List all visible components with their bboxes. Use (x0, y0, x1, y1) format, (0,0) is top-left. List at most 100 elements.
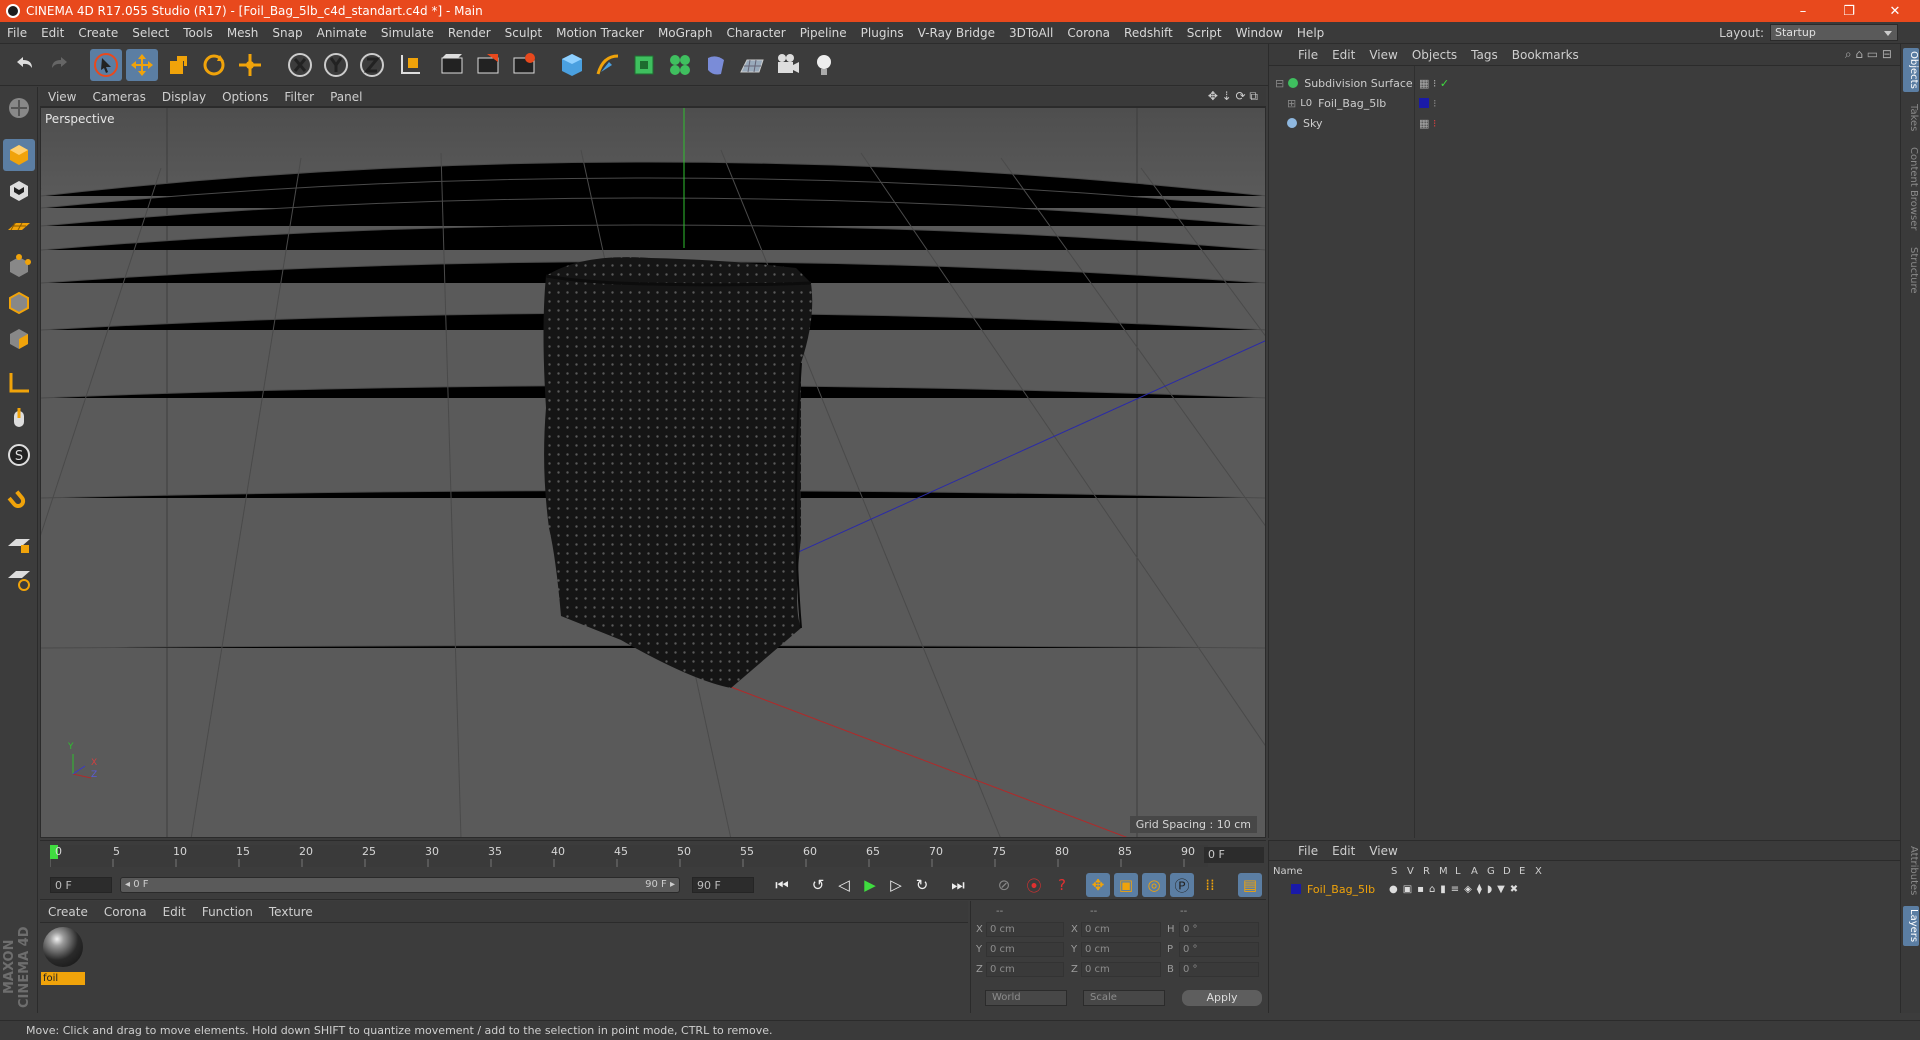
object-name[interactable]: Sky (1303, 117, 1322, 130)
objects-menu-tags[interactable]: Tags (1464, 48, 1505, 62)
subdivision-surface-icon[interactable] (628, 49, 660, 81)
object-flags[interactable]: ▦ ⁝ (1419, 117, 1436, 130)
material-menu-texture[interactable]: Texture (261, 905, 321, 919)
cube-primitive-icon[interactable] (556, 49, 588, 81)
expand-icon[interactable]: ⊟ (1275, 77, 1284, 90)
position-y-field[interactable]: 0 cm (986, 942, 1064, 957)
viewport-menu-cameras[interactable]: Cameras (84, 90, 153, 104)
minimize-button[interactable]: – (1780, 0, 1826, 22)
menu-motion-tracker[interactable]: Motion Tracker (549, 26, 651, 40)
cloner-icon[interactable] (664, 49, 696, 81)
timeline-ruler[interactable]: 0 5 10 15 20 25 30 35 40 45 50 55 60 65 … (40, 840, 1266, 868)
menu-corona[interactable]: Corona (1060, 26, 1117, 40)
size-z-field[interactable]: 0 cm (1081, 962, 1161, 977)
key-scale-icon[interactable]: ▣ (1114, 873, 1138, 897)
size-x-field[interactable]: 0 cm (1081, 922, 1161, 937)
position-x-field[interactable]: 0 cm (986, 922, 1064, 937)
scale-tool-icon[interactable] (162, 49, 194, 81)
viewport-menu-panel[interactable]: Panel (322, 90, 370, 104)
perspective-viewport[interactable]: Y X Z Perspective Grid Spacing : 10 cm (40, 107, 1266, 838)
rotation-p-field[interactable]: 0 ° (1179, 942, 1259, 957)
tab-layers[interactable]: Layers (1903, 906, 1919, 946)
go-to-end-icon[interactable]: ⏭ (946, 873, 970, 897)
polygons-mode-icon[interactable] (3, 323, 35, 355)
object-row[interactable]: ⊞ L0 Foil_Bag_5lb ⁝ (1269, 93, 1901, 113)
key-rotation-icon[interactable]: ◎ (1142, 873, 1166, 897)
object-name[interactable]: Foil_Bag_5lb (1318, 97, 1386, 110)
layer-tag[interactable]: ⁝ (1419, 97, 1437, 110)
key-pla-icon[interactable]: ⁞⁞ (1198, 873, 1222, 897)
layer-menu-view[interactable]: View (1362, 844, 1404, 858)
menu-snap[interactable]: Snap (265, 26, 309, 40)
menu-plugins[interactable]: Plugins (854, 26, 911, 40)
record-disabled-icon[interactable]: ⊘ (992, 873, 1016, 897)
material-menu-edit[interactable]: Edit (155, 905, 194, 919)
next-frame-icon[interactable]: ▷ (884, 873, 908, 897)
transform-tool-icon[interactable] (234, 49, 266, 81)
texture-mode-icon[interactable] (3, 175, 35, 207)
move-tool-icon[interactable] (126, 49, 158, 81)
coordinate-system-icon[interactable] (394, 49, 426, 81)
menu-help[interactable]: Help (1290, 26, 1331, 40)
menu-mograph[interactable]: MoGraph (651, 26, 720, 40)
workplane-icon[interactable] (3, 211, 35, 243)
light-icon[interactable] (808, 49, 840, 81)
objects-menu-objects[interactable]: Objects (1405, 48, 1464, 62)
frame-range-slider[interactable]: ◂ 0 F 90 F ▸ (120, 877, 680, 893)
y-axis-lock-icon[interactable] (320, 49, 352, 81)
go-to-start-icon[interactable]: ⏮ (770, 873, 794, 897)
viewport-menu-view[interactable]: View (40, 90, 84, 104)
objects-menu-bookmarks[interactable]: Bookmarks (1505, 48, 1586, 62)
rotation-b-field[interactable]: 0 ° (1179, 962, 1259, 977)
menu-file[interactable]: File (0, 26, 34, 40)
points-mode-icon[interactable] (3, 251, 35, 283)
menu-create[interactable]: Create (71, 26, 125, 40)
tweak-mode-icon[interactable] (3, 403, 35, 435)
next-key-icon[interactable]: ↻ (910, 873, 934, 897)
tab-structure[interactable]: Structure (1903, 242, 1919, 298)
material-preview-sphere[interactable] (43, 927, 83, 967)
menu-animate[interactable]: Animate (310, 26, 374, 40)
material-menu-create[interactable]: Create (40, 905, 96, 919)
layer-toggle-icons[interactable]: ●▣▪⌂▮≡◈⧫◗▼✖ (1389, 884, 1523, 895)
rotation-h-field[interactable]: 0 ° (1179, 922, 1259, 937)
layer-menu-file[interactable]: File (1291, 844, 1325, 858)
z-axis-lock-icon[interactable] (356, 49, 388, 81)
menu-vray-bridge[interactable]: V-Ray Bridge (911, 26, 1002, 40)
play-icon[interactable]: ▶ (858, 873, 882, 897)
rotate-tool-icon[interactable] (198, 49, 230, 81)
start-frame-field[interactable]: 0 F (50, 877, 112, 893)
x-axis-lock-icon[interactable] (284, 49, 316, 81)
material-name[interactable]: foil (41, 972, 85, 985)
render-settings-icon[interactable] (508, 49, 540, 81)
end-frame-field[interactable]: 90 F (692, 877, 754, 893)
viewport-navigation-icons[interactable]: ✥ ⇣ ⟳ ⧉ (1208, 89, 1258, 104)
expand-icon[interactable]: ⊞ (1287, 97, 1296, 110)
material-menu-corona[interactable]: Corona (96, 905, 155, 919)
layer-name[interactable]: Foil_Bag_5lb (1307, 883, 1375, 896)
menu-window[interactable]: Window (1229, 26, 1290, 40)
size-mode-dropdown[interactable]: Scale (1083, 990, 1165, 1006)
menu-script[interactable]: Script (1180, 26, 1229, 40)
deformer-icon[interactable] (700, 49, 732, 81)
undo-icon[interactable] (8, 49, 40, 81)
object-row[interactable]: Sky ▦ ⁝ (1269, 113, 1901, 133)
menu-character[interactable]: Character (719, 26, 792, 40)
menu-tools[interactable]: Tools (176, 26, 220, 40)
model-mode-icon[interactable] (3, 139, 35, 171)
tab-objects[interactable]: Objects (1903, 48, 1919, 92)
object-name[interactable]: Subdivision Surface (1304, 77, 1412, 90)
material-menu-function[interactable]: Function (194, 905, 261, 919)
restore-button[interactable]: ❐ (1826, 0, 1872, 22)
locked-workplane-icon[interactable] (3, 527, 35, 559)
menu-edit[interactable]: Edit (34, 26, 71, 40)
layer-menu-edit[interactable]: Edit (1325, 844, 1362, 858)
record-active-icon[interactable]: ⦿ (1022, 873, 1046, 897)
previous-frame-icon[interactable]: ◁ (832, 873, 856, 897)
autokey-icon[interactable]: ? (1050, 873, 1074, 897)
snap-magnet-icon[interactable] (3, 483, 35, 515)
redo-icon[interactable] (44, 49, 76, 81)
menu-simulate[interactable]: Simulate (374, 26, 441, 40)
pen-spline-icon[interactable] (592, 49, 624, 81)
key-position-icon[interactable]: ✥ (1086, 873, 1110, 897)
